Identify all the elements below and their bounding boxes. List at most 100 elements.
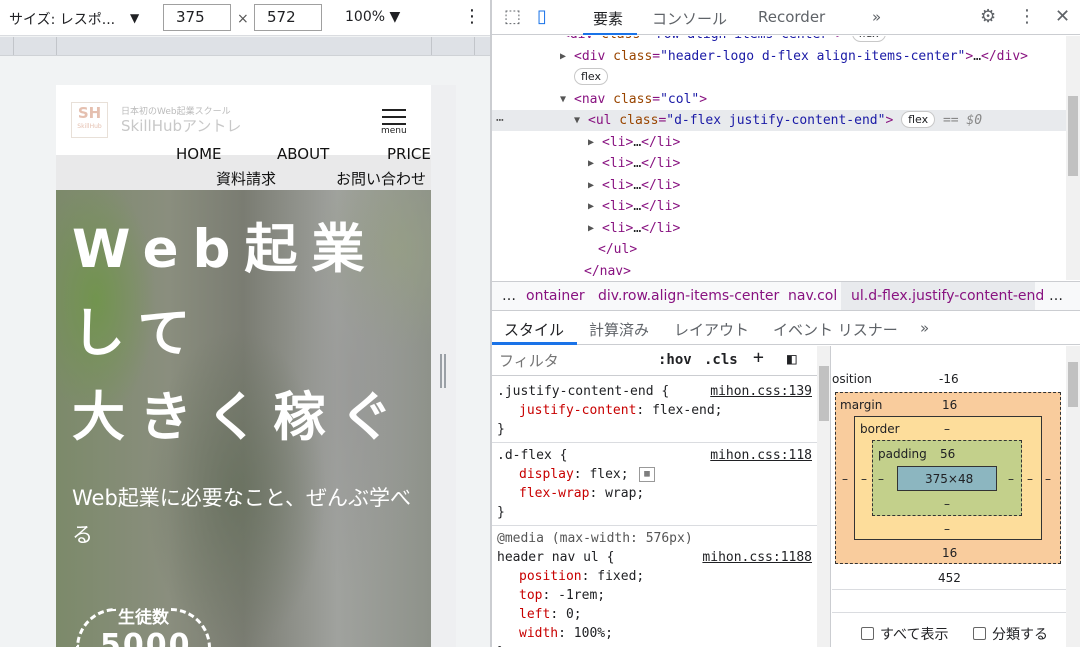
device-size-dropdown[interactable]: サイズ: レスポ... <box>9 9 115 29</box>
dom-node-row[interactable]: ▼ <nav class="col"> <box>492 89 1066 110</box>
group-checkbox[interactable]: 分類する <box>973 624 1048 644</box>
more-subtabs-icon[interactable]: » <box>920 319 929 337</box>
tab-console[interactable]: コンソール <box>652 8 727 29</box>
rule-selector[interactable]: header nav ul { <box>497 548 614 567</box>
dom-node-row[interactable]: </ul> <box>492 239 1066 260</box>
flexbox-editor-icon[interactable]: ▦ <box>639 467 655 482</box>
new-rule-button[interactable]: + <box>753 348 764 367</box>
breadcrumb-container[interactable]: ontainer <box>526 288 585 304</box>
nav-request[interactable]: 資料請求 <box>216 168 276 189</box>
dom-node-row[interactable]: ▶ <li>…</li> <box>492 132 1066 153</box>
margin-right: – <box>1045 472 1051 486</box>
dom-node-row[interactable]: ▶ <li>…</li> <box>492 153 1066 174</box>
styles-subtabs: スタイル 計算済み レイアウト イベント リスナー » <box>492 312 1080 345</box>
ruler-mark <box>474 37 475 55</box>
tab-recorder[interactable]: Recorder <box>758 8 825 26</box>
elements-scrollbar[interactable] <box>1066 36 1080 280</box>
dom-node-row[interactable]: flex <box>492 67 1066 88</box>
breadcrumb-nav[interactable]: nav.col <box>788 288 837 304</box>
dom-node-row[interactable]: ⋯ ▼ <ul class="d-flex justify-content-end"… <box>492 110 1066 131</box>
height-input[interactable]: 572 <box>254 4 322 31</box>
rule-source-link[interactable]: mihon.css:1188 <box>702 548 812 567</box>
breadcrumb-more[interactable]: … <box>502 288 516 304</box>
rule-selector[interactable]: .justify-content-end { <box>497 382 669 401</box>
expand-arrow-icon[interactable]: ▶ <box>588 132 594 154</box>
device-emulation-pane: サイズ: レスポ... ▼ 375 × 572 100% ▼ ⋮ SH Skill… <box>0 0 490 647</box>
site-nav: HOME ABOUT PRICE 資料請求 お問い合わせ <box>56 145 431 190</box>
show-all-checkbox[interactable]: すべて表示 <box>861 624 948 644</box>
toggle-sidebar-icon[interactable]: ◧ <box>787 349 797 368</box>
dom-node-row[interactable]: ▶ <li>…</li> <box>492 175 1066 196</box>
expand-arrow-icon[interactable]: ▼ <box>560 89 566 111</box>
styles-scrollbar[interactable] <box>817 346 831 647</box>
style-declaration[interactable]: flex-wrap: wrap; <box>519 484 644 503</box>
nav-contact[interactable]: お問い合わせ <box>336 168 426 189</box>
tab-event-listeners[interactable]: イベント リスナー <box>773 319 898 340</box>
nav-price[interactable]: PRICE <box>387 145 431 163</box>
border-top: – <box>944 422 950 436</box>
close-icon[interactable]: ✕ <box>1055 6 1070 27</box>
style-rule[interactable]: .d-flex { mihon.css:118 display: flex; ▦ fle… <box>492 444 817 526</box>
border-bottom: – <box>944 522 950 536</box>
breadcrumb-more-right[interactable]: … <box>1049 288 1063 304</box>
menu-label[interactable]: menu <box>381 126 407 136</box>
dom-node-row[interactable]: ▶ <li>…</li> <box>492 196 1066 217</box>
margin-bottom: 16 <box>942 546 958 560</box>
times-sign: × <box>237 11 249 27</box>
chevron-down-icon[interactable]: ▼ <box>130 11 139 25</box>
rule-selector[interactable]: .d-flex { <box>497 446 567 465</box>
zoom-dropdown[interactable]: 100% ▼ <box>345 9 400 25</box>
resize-handle[interactable] <box>440 354 446 388</box>
gear-icon[interactable]: ⚙ <box>980 6 996 27</box>
expand-arrow-icon[interactable]: ▶ <box>588 196 594 218</box>
style-declaration[interactable]: width: 100%; <box>519 624 613 643</box>
expand-arrow-icon[interactable]: ▼ <box>574 110 580 132</box>
style-declaration[interactable]: display: flex; <box>519 465 629 484</box>
expand-arrow-icon[interactable]: ▶ <box>560 46 566 68</box>
active-tab-indicator <box>583 33 637 35</box>
device-toolbar: サイズ: レスポ... ▼ 375 × 572 100% ▼ ⋮ <box>0 0 490 36</box>
breadcrumb-ul[interactable]: ul.d-flex.justify-content-end <box>851 288 1044 304</box>
page-viewport: SH SkillHub 日本初のWeb起業スクール SkillHubアントレ me… <box>56 85 431 647</box>
dom-node-row[interactable]: <div class="row align-items-center"> fle… <box>492 36 1066 45</box>
nav-home[interactable]: HOME <box>176 145 222 163</box>
box-model-scrollbar[interactable] <box>1066 346 1080 647</box>
styles-filter-input[interactable] <box>495 349 643 373</box>
site-logo[interactable]: SH SkillHub <box>71 102 108 138</box>
device-toggle-icon[interactable]: ▯ <box>537 6 547 27</box>
style-declaration[interactable]: left: 0; <box>519 605 582 624</box>
dom-node-row[interactable]: </nav> <box>492 261 1066 281</box>
rule-source-link[interactable]: mihon.css:118 <box>710 446 812 465</box>
more-icon[interactable]: ⋮ <box>463 6 481 27</box>
tab-layout[interactable]: レイアウト <box>674 319 749 340</box>
style-rule[interactable]: @media (max-width: 576px) header nav ul {… <box>492 527 817 647</box>
box-model-divider <box>832 612 1066 613</box>
hov-button[interactable]: :hov <box>658 351 692 370</box>
tab-styles[interactable]: スタイル <box>504 319 564 340</box>
ruler-mark <box>431 37 432 55</box>
content-size: 375×48 <box>925 472 974 486</box>
more-tabs-icon[interactable]: » <box>872 8 881 26</box>
nav-about[interactable]: ABOUT <box>277 145 329 163</box>
margin-left: – <box>842 472 848 486</box>
more-icon[interactable]: ⋮ <box>1018 6 1036 27</box>
style-rule[interactable]: .justify-content-end { mihon.css:139 justi… <box>492 380 817 443</box>
box-model: osition -16 margin 16 16 – – border – – … <box>832 346 1066 647</box>
rule-source-link[interactable]: mihon.css:139 <box>710 382 812 401</box>
dom-node-row[interactable]: ▶ <li>…</li> <box>492 218 1066 239</box>
breadcrumb-row[interactable]: div.row.align-items-center <box>598 288 779 304</box>
expand-arrow-icon[interactable]: ▶ <box>588 153 594 175</box>
site-header: SH SkillHub 日本初のWeb起業スクール SkillHubアントレ me… <box>56 85 431 155</box>
media-query-ruler[interactable] <box>0 37 490 56</box>
dom-node-row[interactable]: ▶ <div class="header-logo d-flex align-it… <box>492 46 1066 67</box>
tab-computed[interactable]: 計算済み <box>589 319 649 340</box>
inspect-icon[interactable]: ⬚ <box>504 6 521 27</box>
style-declaration[interactable]: position: fixed; <box>519 567 644 586</box>
cls-button[interactable]: .cls <box>704 351 738 370</box>
tab-elements[interactable]: 要素 <box>593 8 623 29</box>
style-declaration[interactable]: justify-content: flex-end; <box>519 401 723 420</box>
width-input[interactable]: 375 <box>163 4 231 31</box>
expand-arrow-icon[interactable]: ▶ <box>588 218 594 240</box>
style-declaration[interactable]: top: -1rem; <box>519 586 605 605</box>
expand-arrow-icon[interactable]: ▶ <box>588 175 594 197</box>
